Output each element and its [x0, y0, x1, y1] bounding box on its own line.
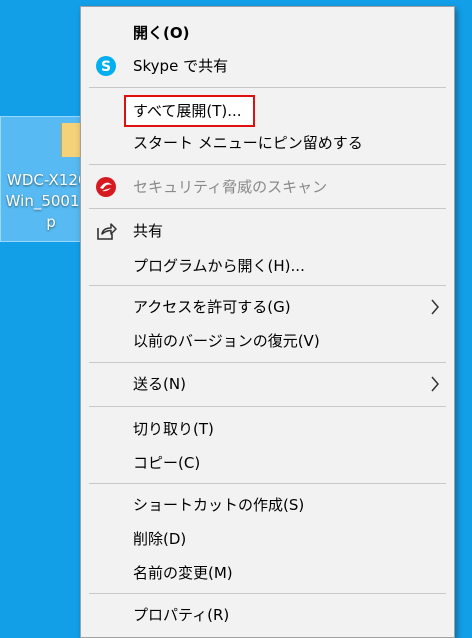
menu-item-create-shortcut[interactable]: ショートカットの作成(S): [81, 489, 454, 521]
menu-item-label: セキュリティ脅威のスキャン: [133, 178, 328, 196]
context-menu: 開く(O) S Skype で共有 すべて展開(T)... スタート メニューに…: [80, 6, 455, 638]
menu-separator: [89, 208, 446, 209]
menu-item-delete[interactable]: 削除(D): [81, 523, 454, 555]
menu-item-give-access[interactable]: アクセスを許可する(G): [81, 291, 454, 323]
chevron-right-icon: [431, 376, 439, 392]
menu-item-label: 送る(N): [133, 375, 186, 393]
menu-item-open-with[interactable]: プログラムから開く(H)...: [81, 250, 454, 282]
menu-item-label: Skype で共有: [133, 57, 229, 75]
menu-separator: [89, 87, 446, 88]
svg-text:S: S: [101, 59, 111, 75]
menu-separator: [89, 483, 446, 484]
menu-item-share[interactable]: 共有: [81, 215, 454, 247]
menu-item-rename[interactable]: 名前の変更(M): [81, 557, 454, 589]
menu-separator: [89, 406, 446, 407]
menu-item-label: ショートカットの作成(S): [133, 496, 305, 514]
menu-item-extract-all[interactable]: すべて展開(T)...: [81, 95, 454, 127]
menu-item-send-to[interactable]: 送る(N): [81, 368, 454, 400]
menu-item-label: プログラムから開く(H)...: [133, 257, 305, 275]
trend-micro-icon: [96, 177, 116, 197]
menu-item-label: スタート メニューにピン留めする: [133, 134, 363, 152]
menu-item-properties[interactable]: プロパティ(R): [81, 599, 454, 631]
menu-item-pin-to-start[interactable]: スタート メニューにピン留めする: [81, 127, 454, 159]
chevron-right-icon: [431, 299, 439, 315]
menu-item-label: コピー(C): [133, 454, 201, 472]
menu-item-cut[interactable]: 切り取り(T): [81, 413, 454, 445]
menu-item-label: アクセスを許可する(G): [133, 298, 291, 316]
menu-item-label: 切り取り(T): [133, 420, 214, 438]
menu-item-security-scan: セキュリティ脅威のスキャン: [81, 171, 454, 203]
menu-separator: [89, 362, 446, 363]
menu-item-label: 以前のバージョンの復元(V): [133, 332, 320, 350]
menu-item-open[interactable]: 開く(O): [81, 17, 454, 49]
menu-item-copy[interactable]: コピー(C): [81, 447, 454, 479]
share-icon: [97, 223, 117, 240]
menu-item-label: 共有: [133, 222, 164, 240]
menu-item-restore-previous[interactable]: 以前のバージョンの復元(V): [81, 325, 454, 357]
menu-item-share-skype[interactable]: S Skype で共有: [81, 50, 454, 82]
menu-separator: [89, 593, 446, 594]
menu-item-label: 名前の変更(M): [133, 564, 233, 582]
menu-item-label: プロパティ(R): [133, 606, 230, 624]
menu-item-label: 削除(D): [133, 530, 187, 548]
menu-separator: [89, 285, 446, 286]
skype-icon: S: [96, 56, 116, 76]
menu-item-label: すべて展開(T)...: [133, 102, 242, 120]
menu-item-label: 開く(O): [133, 24, 190, 42]
menu-separator: [89, 164, 446, 165]
